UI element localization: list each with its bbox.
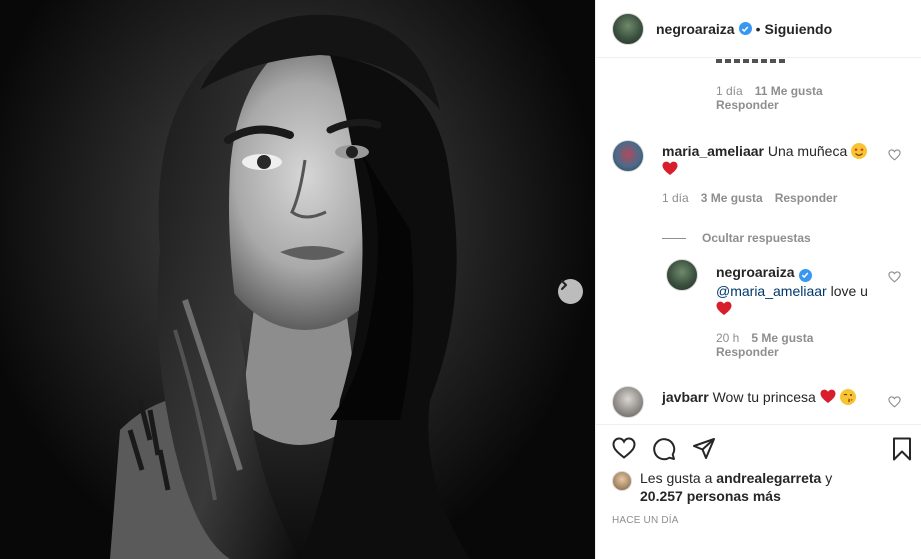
likes-joiner: y [821, 470, 833, 486]
likes-prefix: Les gusta a [640, 470, 713, 486]
comments-list[interactable]: 1 día 11 Me gusta Responder maria_ameliaa… [596, 59, 921, 424]
comment-meta: 1 día 3 Me gusta Responder [662, 191, 837, 205]
liker-avatar[interactable] [612, 471, 632, 491]
truncated-comment-meta: 1 día 11 Me gusta [716, 84, 823, 98]
red-heart-emoji-icon [716, 301, 732, 315]
post-photo [0, 0, 595, 559]
commenter-avatar[interactable] [612, 140, 644, 172]
comment-text: Wow tu princesa [712, 389, 816, 405]
comment-time: 1 día [662, 191, 689, 205]
comment-text: Una muñeca [767, 143, 848, 159]
comment-text: love u [826, 282, 868, 299]
share-icon[interactable] [692, 437, 716, 461]
comment-username[interactable]: negroaraiza [716, 264, 795, 280]
likes-summary: Les gusta a andrealegarreta y 20.257 per… [640, 469, 832, 505]
post-timestamp[interactable]: HACE UN DÍA [612, 515, 679, 526]
comment-likes[interactable]: 5 Me gusta [751, 331, 813, 345]
likes-suffix: personas más [682, 488, 781, 504]
like-heart-icon[interactable] [612, 437, 636, 459]
hide-replies-toggle[interactable]: Ocultar respuestas [662, 231, 811, 245]
verified-badge-icon [798, 268, 812, 282]
comment-maria: maria_ameliaar Una muñeca [662, 142, 882, 178]
likes-count: 20.257 [640, 488, 683, 504]
author-avatar[interactable] [612, 12, 644, 45]
comment-time: 1 día [716, 84, 743, 98]
commenter-avatar[interactable] [612, 386, 644, 418]
author-username[interactable]: negroaraiza [656, 21, 735, 37]
chevron-right-icon [560, 279, 568, 291]
hide-replies-label: Ocultar respuestas [702, 231, 811, 245]
header-separator: • [755, 20, 761, 37]
next-photo-button[interactable] [558, 279, 583, 304]
post-actions: Les gusta a andrealegarreta y 20.257 per… [596, 424, 921, 559]
like-comment-heart-icon[interactable] [888, 271, 901, 283]
comment-username[interactable]: maria_ameliaar [662, 143, 764, 159]
portrait-image [110, 14, 470, 559]
reply-avatar[interactable] [666, 259, 698, 291]
kissing-face-emoji-icon [839, 389, 856, 405]
reply-button[interactable]: Responder [716, 98, 779, 112]
comment-username[interactable]: javbarr [662, 389, 709, 405]
comment-likes[interactable]: 11 Me gusta [755, 84, 823, 98]
following-button[interactable]: Siguiendo [765, 21, 833, 37]
like-comment-heart-icon[interactable] [888, 396, 901, 408]
comment-likes[interactable]: 3 Me gusta [701, 191, 763, 205]
reply-meta: 20 h 5 Me gusta [716, 331, 813, 345]
comment-icon[interactable] [652, 437, 676, 461]
verified-badge-icon [738, 22, 752, 35]
red-heart-emoji-icon [820, 389, 836, 403]
liker-username[interactable]: andrealegarreta [716, 470, 821, 486]
star-eyes-emoji-icon [851, 143, 868, 159]
bookmark-icon[interactable] [892, 437, 912, 461]
replies-divider [662, 237, 686, 239]
red-heart-emoji-icon [662, 161, 678, 175]
scrolled-text-fragment [716, 59, 786, 63]
post-header: negroaraiza • Siguiendo [596, 0, 921, 58]
post-side-panel: negroaraiza • Siguiendo 1 día 11 Me gusta… [595, 0, 921, 559]
reply-button[interactable]: Responder [716, 345, 779, 359]
reply-button[interactable]: Responder [775, 191, 838, 205]
mention-link[interactable]: @maria_ameliaar [716, 283, 827, 299]
comment-javbarr: javbarr Wow tu princesa [662, 388, 882, 406]
truncated-comment [716, 59, 796, 63]
likes-others[interactable]: 20.257 personas más [640, 488, 781, 504]
comment-time: 20 h [716, 331, 740, 345]
like-comment-heart-icon[interactable] [888, 149, 901, 161]
reply-negroaraiza: negroaraiza @maria_ameliaar love u [716, 263, 886, 318]
